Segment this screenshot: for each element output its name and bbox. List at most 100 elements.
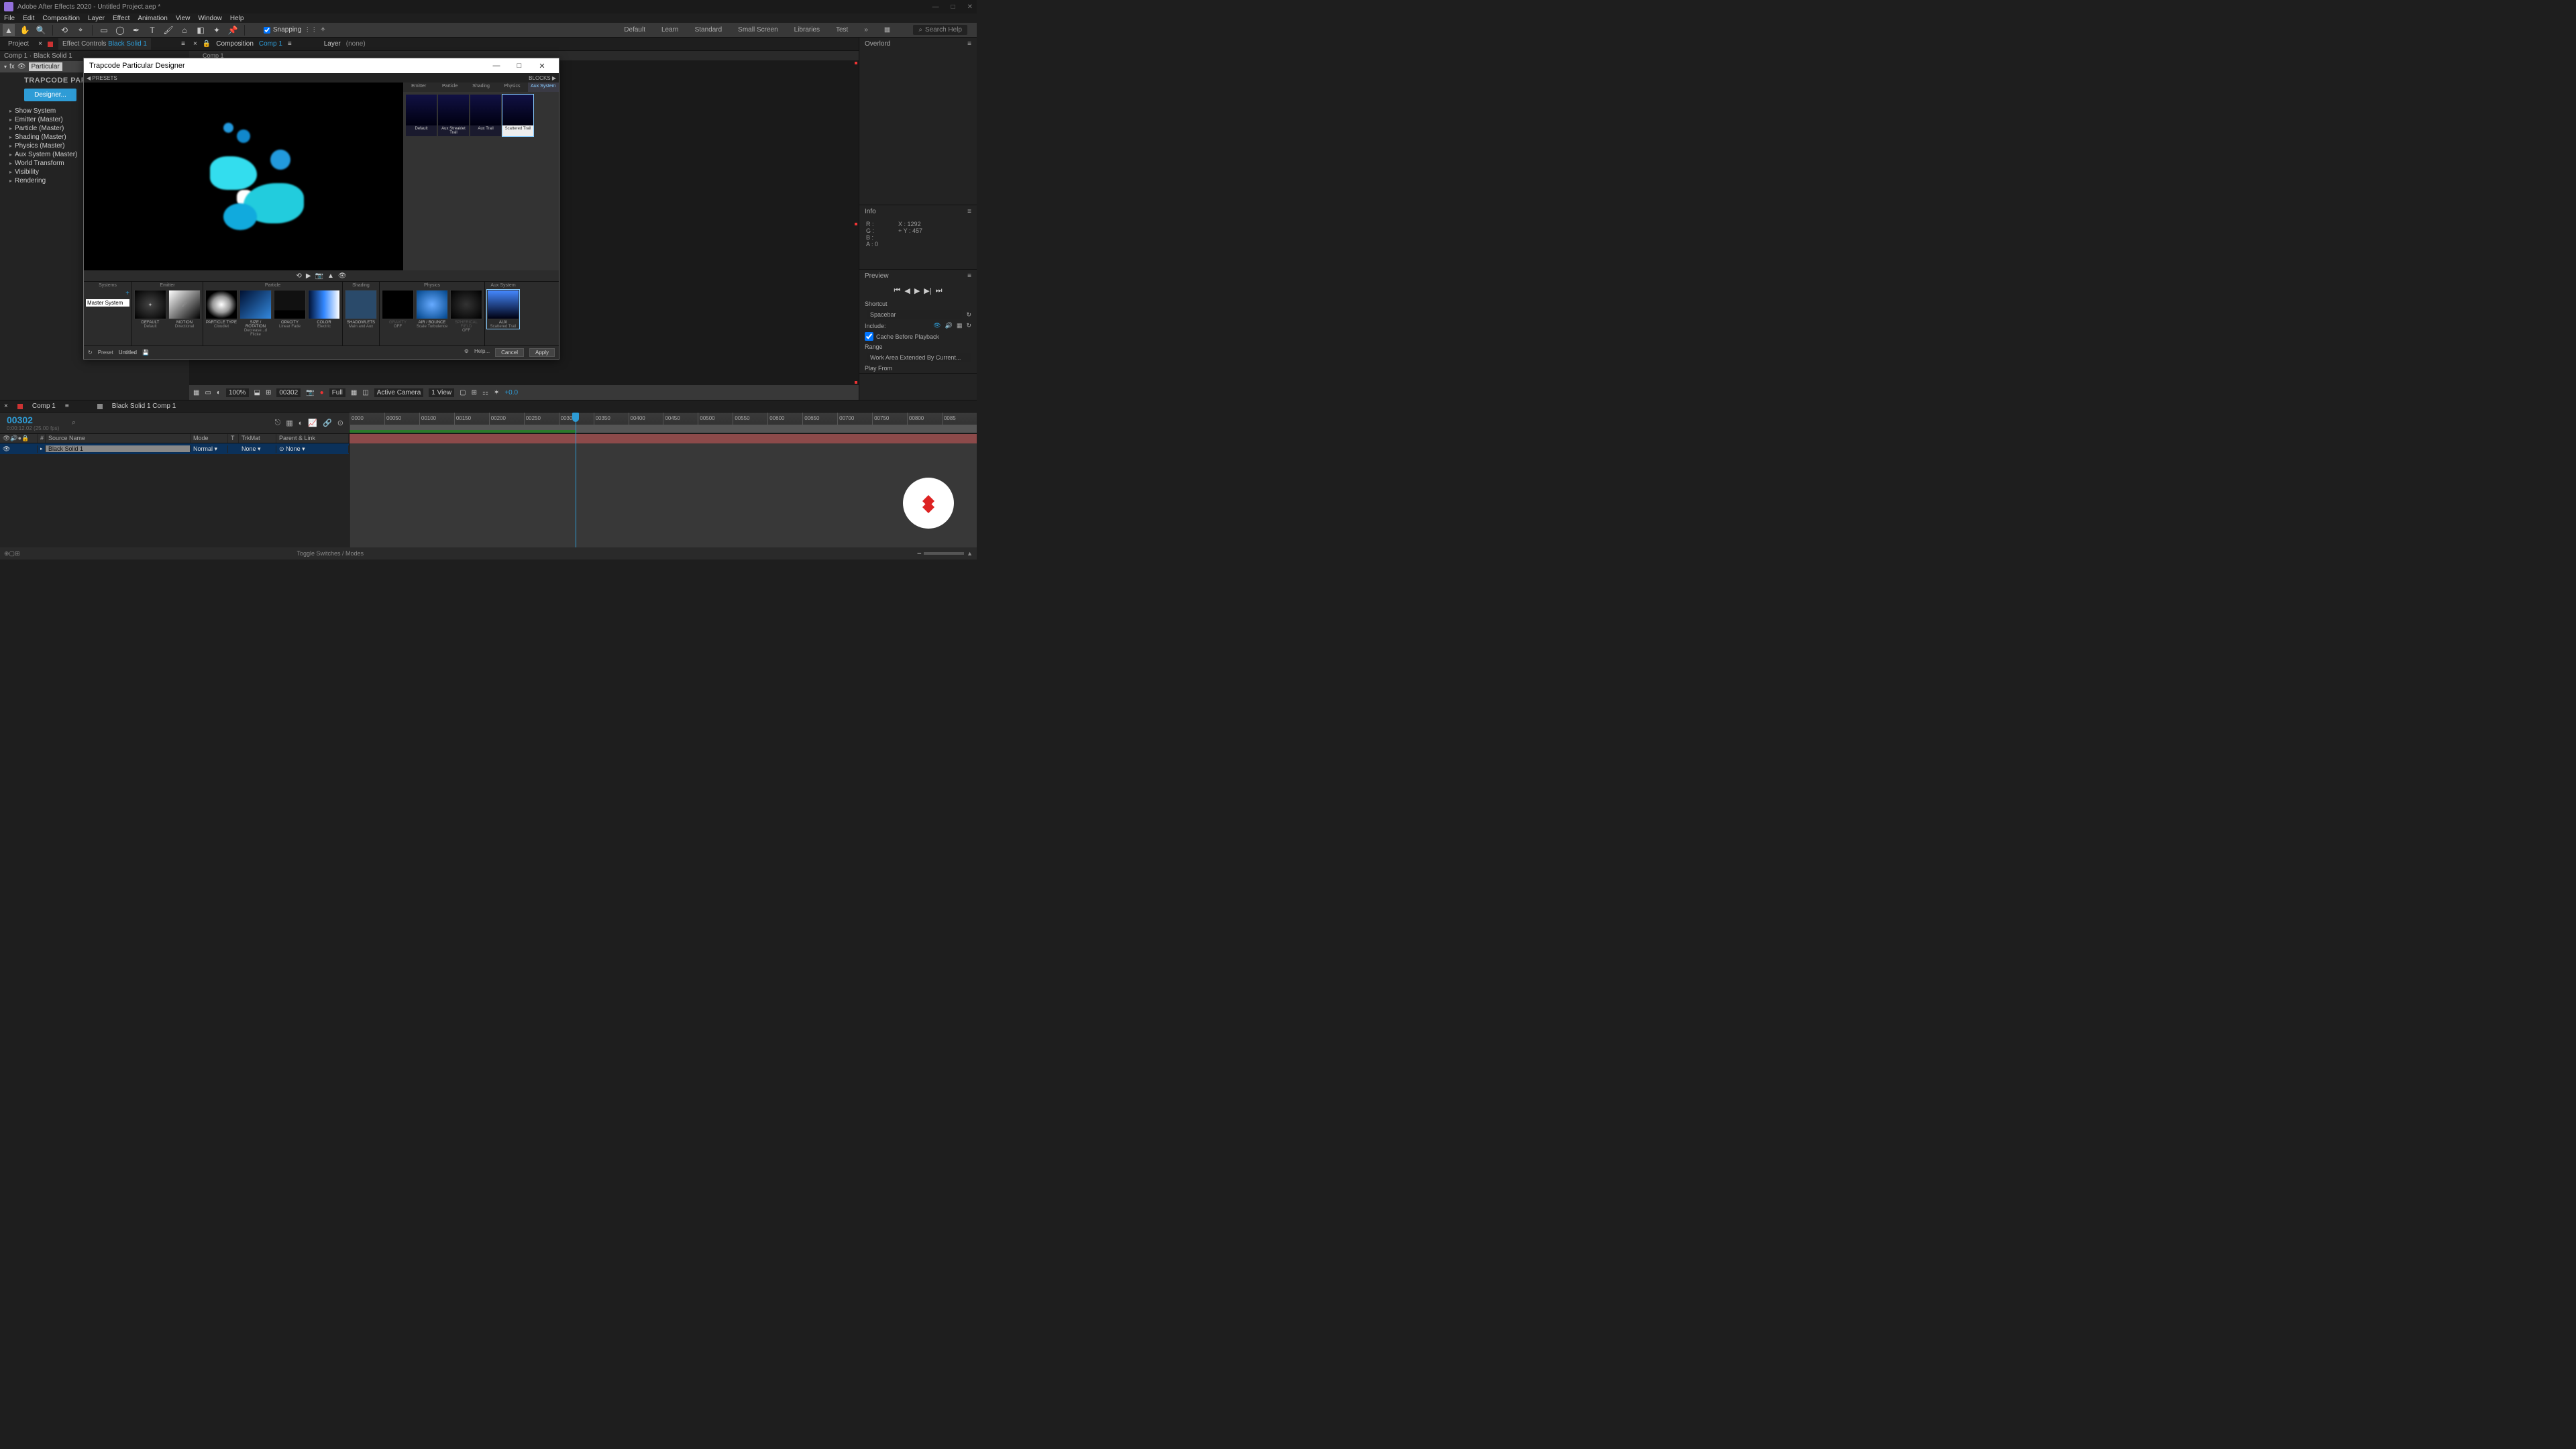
maximize-icon[interactable]: □	[951, 3, 955, 11]
tl-f-icon3[interactable]: ⊞	[15, 550, 20, 557]
effect-layer-link[interactable]: Black Solid 1	[108, 40, 147, 48]
pv-light-icon[interactable]: ▲	[327, 272, 334, 280]
menu-animation[interactable]: Animation	[138, 15, 167, 22]
panel-menu-icon[interactable]: ≡	[181, 40, 185, 48]
snapping-checkbox[interactable]	[264, 27, 270, 34]
tl-ruler[interactable]: 0000000500010000150002000025000300003500…	[349, 413, 977, 433]
block-trail[interactable]: Aux Trail	[470, 95, 501, 136]
menu-edit[interactable]: Edit	[23, 15, 34, 22]
st-aux[interactable]: AUXScattered Trail	[487, 290, 519, 329]
fx-name[interactable]: Particular	[29, 62, 62, 71]
menu-layer[interactable]: Layer	[88, 15, 105, 22]
preview-panel[interactable]: Preview	[865, 272, 889, 280]
view-icon1[interactable]: ▢	[460, 389, 466, 396]
menu-file[interactable]: File	[4, 15, 15, 22]
ws-standard[interactable]: Standard	[695, 26, 722, 34]
block-streaklet[interactable]: Aux Streaklet Trail	[438, 95, 469, 136]
layer-name[interactable]: Black Solid 1	[48, 445, 83, 452]
comp-link[interactable]: Comp 1	[259, 40, 282, 48]
st-grav[interactable]: GRAVITYOFF	[382, 290, 414, 333]
menu-window[interactable]: Window	[198, 15, 222, 22]
layer-bar[interactable]	[350, 434, 977, 443]
info-panel[interactable]: Info	[865, 208, 876, 215]
cache-checkbox[interactable]	[865, 332, 873, 341]
reset-icon[interactable]: ↻	[966, 311, 971, 319]
col-trk[interactable]: TrkMat	[241, 435, 260, 441]
dlg-close-icon[interactable]: ✕	[531, 62, 553, 70]
pickwhip-icon[interactable]: ⊙	[279, 445, 284, 452]
btab-shading[interactable]: Shading	[466, 83, 496, 92]
prop-show-system[interactable]: Show System	[15, 107, 56, 115]
designer-preview[interactable]	[84, 83, 403, 270]
comp-tab-label[interactable]: Composition	[216, 40, 254, 48]
channel-icon[interactable]: ●	[320, 389, 324, 396]
fx-icon[interactable]: fx	[9, 63, 15, 70]
tl-f-icon2[interactable]: ▢	[9, 550, 15, 557]
adj-icon[interactable]: ◫	[362, 389, 368, 396]
block-scattered[interactable]: Scattered Trail	[502, 95, 533, 136]
preset-save-icon[interactable]: 💾	[142, 350, 149, 356]
ws-test[interactable]: Test	[836, 26, 848, 34]
playhead-handle[interactable]	[572, 413, 579, 422]
prop-physics[interactable]: Physics (Master)	[15, 142, 64, 150]
toggle-switches[interactable]: Toggle Switches / Modes	[297, 550, 364, 557]
brush-tool-icon[interactable]: 🖌	[162, 24, 174, 36]
pan-behind-icon[interactable]: ⌖	[74, 24, 87, 36]
view-dd[interactable]: 1 View	[429, 388, 454, 397]
ws-learn[interactable]: Learn	[661, 26, 679, 34]
tl-close1-icon[interactable]: ×	[4, 402, 8, 410]
layer-eye-icon[interactable]: 👁	[3, 445, 10, 452]
st-color[interactable]: COLORElectric	[308, 290, 340, 337]
btab-physics[interactable]: Physics	[496, 83, 527, 92]
exposure[interactable]: +0.0	[504, 389, 518, 396]
tl-zoom-in-icon[interactable]: ▲	[967, 550, 973, 557]
tl-tab-queue[interactable]: Black Solid 1 Comp 1	[112, 402, 176, 410]
camera-dd[interactable]: Active Camera	[374, 388, 424, 397]
designer-button[interactable]: Designer...	[24, 89, 76, 101]
selection-tool-icon[interactable]: ▲	[3, 24, 15, 36]
view-icon4[interactable]: ✶	[494, 389, 499, 396]
include-overlay-icon[interactable]: ▦	[957, 322, 963, 329]
comp-menu-icon[interactable]: ≡	[288, 40, 292, 48]
tl-icon-snap[interactable]: 🔗	[323, 419, 332, 427]
overlord-menu-icon[interactable]: ≡	[967, 40, 971, 48]
time-display[interactable]: 00302	[276, 388, 301, 397]
prop-world[interactable]: World Transform	[15, 160, 64, 167]
tr-icon[interactable]: ▦	[351, 389, 357, 396]
work-area[interactable]	[350, 425, 977, 433]
ws-small[interactable]: Small Screen	[738, 26, 777, 34]
pv-rewind-icon[interactable]: ⟲	[296, 272, 301, 280]
handle-r[interactable]	[855, 223, 857, 225]
tab-project[interactable]: Project	[4, 38, 33, 50]
include-audio-icon[interactable]: 🔊	[945, 322, 953, 329]
prev-frame-icon[interactable]: ◀	[904, 286, 910, 295]
layer-trk[interactable]: None	[241, 445, 256, 452]
tl-icon-mb[interactable]: ◐	[299, 419, 303, 427]
eye-icon[interactable]: 👁	[17, 63, 26, 70]
tl-f-icon1[interactable]: ⊕	[4, 550, 9, 557]
tl-search-icon[interactable]: ⌕	[72, 419, 76, 427]
close-comp-tab-icon[interactable]: ×	[193, 40, 197, 48]
range-dd[interactable]: Work Area Extended By Current...	[867, 353, 971, 362]
snap-opt-icon[interactable]: ⋮⋮	[304, 26, 317, 34]
layer-tab-label[interactable]: Layer	[324, 40, 341, 48]
tl-icon-graph[interactable]: 📈	[308, 419, 317, 427]
st-shadow[interactable]: SHADOWLETSMain and Aux	[345, 290, 377, 329]
alpha-icon[interactable]: ▭	[205, 389, 211, 396]
tl-icon-shy[interactable]: ⎋	[275, 419, 281, 427]
tl-icon-frame[interactable]: ▦	[286, 419, 292, 427]
pen-tool-icon[interactable]: ✒	[130, 24, 142, 36]
eraser-tool-icon[interactable]: ◧	[195, 24, 207, 36]
tl-icon-sw[interactable]: ⊙	[337, 419, 343, 427]
pv-cam-icon[interactable]: 📷	[315, 272, 323, 280]
apply-button[interactable]: Apply	[529, 348, 555, 357]
pv-play-icon[interactable]: ▶	[306, 272, 311, 280]
help-link[interactable]: Help...	[474, 348, 490, 357]
mask-icon[interactable]: ◐	[217, 389, 221, 396]
orbit-tool-icon[interactable]: ⟲	[58, 24, 70, 36]
search-help[interactable]: ⌕ Search Help	[913, 25, 967, 35]
puppet-tool-icon[interactable]: 📌	[227, 24, 239, 36]
ws-default[interactable]: Default	[624, 26, 645, 34]
add-system-icon[interactable]: +	[125, 290, 129, 297]
lock-icon[interactable]: 🔒	[203, 40, 211, 48]
